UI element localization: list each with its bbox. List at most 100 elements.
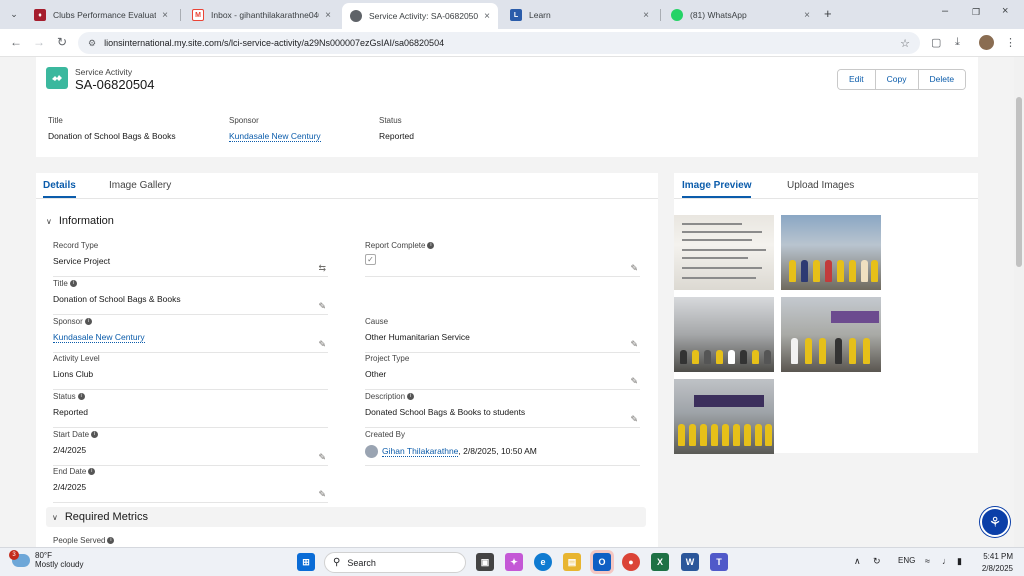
sponsor-field-link[interactable]: Kundasale New Century <box>53 332 328 343</box>
accessibility-button[interactable]: ⚘ <box>980 507 1010 537</box>
highlight-title: Title Donation of School Bags & Books <box>48 116 176 141</box>
close-tab-icon[interactable]: × <box>804 10 810 21</box>
close-tab-icon[interactable]: × <box>484 11 490 22</box>
download-icon[interactable]: ⤓ <box>955 36 960 49</box>
page-scrollbar[interactable] <box>1014 57 1024 547</box>
info-icon: i <box>107 537 115 544</box>
close-tab-icon[interactable]: × <box>643 10 649 21</box>
task-view-icon[interactable]: ▣ <box>476 553 494 571</box>
tab-image-gallery[interactable]: Image Gallery <box>109 180 171 191</box>
taskbar-search[interactable]: ⚲ Search <box>324 552 466 573</box>
extensions-icon[interactable]: ▢ <box>931 36 941 49</box>
browser-toolbar: ← → ↻ ⚙ lionsinternational.my.site.com/s… <box>0 29 1024 57</box>
browser-menu-icon[interactable]: ⋮ <box>1005 36 1016 49</box>
section-required-metrics[interactable]: ∨ Required Metrics <box>46 507 646 527</box>
info-icon: i <box>77 393 85 400</box>
excel-icon[interactable]: X <box>651 553 669 571</box>
browser-tab-whatsapp[interactable]: (81) WhatsApp × <box>663 4 818 26</box>
language-indicator[interactable]: ENG <box>898 556 915 565</box>
battery-icon[interactable]: ▮ <box>957 556 962 567</box>
restore-icon[interactable]: ❐ <box>972 7 980 18</box>
image-card: Image Preview Upload Images <box>674 173 978 454</box>
field-project-type: Project Type Other ✎ <box>365 354 640 390</box>
sync-icon[interactable]: ↻ <box>873 556 881 567</box>
lions-favicon-icon: ♦ <box>34 9 46 21</box>
forward-icon[interactable]: → <box>33 35 45 49</box>
edit-pencil-icon[interactable]: ✎ <box>630 339 638 350</box>
browser-tab-inbox[interactable]: M Inbox - gihanthilakarathne040@ × <box>184 4 339 26</box>
record-name: SA-06820504 <box>75 77 155 92</box>
system-clock[interactable]: 5:41 PM 2/8/2025 <box>975 551 1013 575</box>
gallery-image-group-1[interactable] <box>781 215 881 290</box>
profile-avatar[interactable] <box>979 35 994 50</box>
outlook-icon[interactable]: O <box>593 553 611 571</box>
field-description: Description i Donated School Bags & Books… <box>365 392 640 428</box>
browser-tab-service-activity[interactable]: Service Activity: SA-06820504 × <box>342 3 498 29</box>
change-record-type-icon[interactable]: ⇆ <box>318 263 326 274</box>
edge-icon[interactable]: e <box>534 553 552 571</box>
info-icon: i <box>84 318 92 325</box>
info-icon: i <box>88 468 96 475</box>
gallery-image-group-3[interactable] <box>674 379 774 454</box>
report-complete-checkbox[interactable]: ✓ <box>365 254 376 265</box>
tab-details[interactable]: Details <box>43 180 76 198</box>
copilot-icon[interactable]: ✦ <box>505 553 523 571</box>
created-by-user-link[interactable]: Gihan Thilakarathne <box>382 445 459 457</box>
tab-title: (81) WhatsApp <box>690 10 747 20</box>
bookmark-star-icon[interactable]: ☆ <box>900 37 910 50</box>
close-tab-icon[interactable]: × <box>325 10 331 21</box>
info-icon: i <box>91 431 99 438</box>
edit-pencil-icon[interactable]: ✎ <box>318 301 326 312</box>
field-people-served: People Served i <box>53 536 328 547</box>
show-hidden-icons[interactable]: ∧ <box>854 556 861 567</box>
windows-start-icon[interactable]: ⊞ <box>297 553 315 571</box>
edit-pencil-icon[interactable]: ✎ <box>630 263 638 274</box>
close-window-icon[interactable]: × <box>1002 5 1008 17</box>
browser-tab-learn[interactable]: L Learn × <box>502 4 657 26</box>
wifi-icon[interactable]: ≈ <box>925 556 930 566</box>
user-avatar-icon <box>365 445 378 458</box>
field-activity-level: Activity Level Lions Club <box>53 354 328 390</box>
word-icon[interactable]: W <box>681 553 699 571</box>
gmail-icon: M <box>192 9 204 21</box>
gallery-image-receipt[interactable] <box>674 215 774 290</box>
edit-pencil-icon[interactable]: ✎ <box>318 489 326 500</box>
teams-icon[interactable]: T <box>710 553 728 571</box>
copy-button[interactable]: Copy <box>875 70 919 89</box>
windows-taskbar: 3 80°F Mostly cloudy ⊞ ⚲ Search ▣ ✦ e ▤ … <box>0 547 1024 576</box>
edit-pencil-icon[interactable]: ✎ <box>318 339 326 350</box>
record-actions: Edit Copy Delete <box>837 69 967 90</box>
minimize-icon[interactable]: – <box>942 5 948 17</box>
edit-pencil-icon[interactable]: ✎ <box>318 452 326 463</box>
delete-button[interactable]: Delete <box>918 70 966 89</box>
close-tab-icon[interactable]: × <box>162 10 168 21</box>
new-tab-button[interactable]: + <box>824 6 832 21</box>
sponsor-link[interactable]: Kundasale New Century <box>229 131 321 142</box>
edit-button[interactable]: Edit <box>838 70 876 89</box>
address-bar[interactable]: ⚙ lionsinternational.my.site.com/s/lci-s… <box>78 32 920 54</box>
section-information[interactable]: ∨ Information <box>46 211 646 231</box>
browser-tab-clubs[interactable]: ♦ Clubs Performance Evaluation S × <box>26 4 176 26</box>
tab-upload-images[interactable]: Upload Images <box>787 180 854 191</box>
tab-title: Inbox - gihanthilakarathne040@ <box>211 10 319 20</box>
url-text: lionsinternational.my.site.com/s/lci-ser… <box>104 38 445 48</box>
tab-search-icon[interactable]: ⌄ <box>6 6 22 22</box>
tab-title: Clubs Performance Evaluation S <box>53 10 157 20</box>
gallery-image-audience[interactable] <box>674 297 774 372</box>
site-info-icon[interactable]: ⚙ <box>88 38 96 49</box>
gallery-image-group-2[interactable] <box>781 297 881 372</box>
tab-image-preview[interactable]: Image Preview <box>682 180 752 198</box>
highlight-status: Status Reported <box>379 116 414 141</box>
field-created-by: Created By Gihan Thilakarathne, 2/8/2025… <box>365 430 640 466</box>
chrome-icon[interactable]: ● <box>622 553 640 571</box>
volume-icon[interactable]: ♩ <box>942 556 951 566</box>
edit-pencil-icon[interactable]: ✎ <box>630 376 638 387</box>
info-icon: i <box>427 242 435 249</box>
reload-icon[interactable]: ↻ <box>57 35 67 49</box>
weather-widget[interactable]: 3 80°F Mostly cloudy <box>9 549 83 569</box>
file-explorer-icon[interactable]: ▤ <box>563 553 581 571</box>
back-icon[interactable]: ← <box>10 35 22 49</box>
learn-favicon-icon: L <box>510 9 522 21</box>
edit-pencil-icon[interactable]: ✎ <box>630 414 638 425</box>
object-label: Service Activity <box>75 67 133 77</box>
